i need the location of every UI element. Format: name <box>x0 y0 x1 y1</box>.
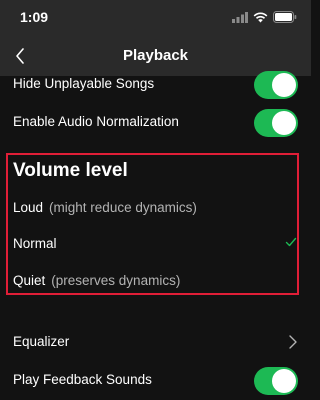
toggle-knob <box>272 111 296 135</box>
volume-option-normal[interactable]: Normal <box>0 228 311 260</box>
equalizer-row[interactable]: Equalizer <box>0 324 311 362</box>
option-text: Quiet (preserves dynamics) <box>13 273 180 288</box>
setting-row-hide-unplayable: Hide Unplayable Songs <box>0 66 311 104</box>
volume-option-loud[interactable]: Loud (might reduce dynamics) <box>0 192 311 224</box>
chevron-right-icon <box>289 335 297 349</box>
option-label: Normal <box>13 236 57 251</box>
feedback-sounds-toggle[interactable] <box>254 367 298 395</box>
toggle-knob <box>272 73 296 97</box>
setting-label: Enable Audio Normalization <box>13 114 179 129</box>
setting-label: Equalizer <box>13 334 70 349</box>
setting-label: Play Feedback Sounds <box>13 372 152 387</box>
setting-label: Hide Unplayable Songs <box>13 76 155 91</box>
setting-row-audio-normalization: Enable Audio Normalization <box>0 104 311 142</box>
option-label: Quiet <box>13 273 46 288</box>
wifi-icon <box>253 12 268 22</box>
status-icons <box>232 11 297 23</box>
status-time: 1:09 <box>20 9 49 25</box>
option-label: Loud <box>13 200 44 215</box>
page-title: Playback <box>122 47 189 64</box>
status-bar: 1:09 <box>0 0 311 36</box>
audio-normalization-toggle[interactable] <box>254 109 298 137</box>
hide-unplayable-toggle[interactable] <box>254 71 298 99</box>
battery-icon <box>273 11 297 23</box>
option-sublabel: (might reduce dynamics) <box>49 200 197 215</box>
volume-level-heading: Volume level <box>13 160 128 181</box>
toggle-knob <box>272 369 296 393</box>
option-text: Loud (might reduce dynamics) <box>13 200 197 215</box>
option-sublabel: (preserves dynamics) <box>51 273 181 288</box>
option-text: Normal <box>13 236 57 251</box>
volume-option-quiet[interactable]: Quiet (preserves dynamics) <box>0 265 311 297</box>
signal-icon <box>232 11 248 23</box>
checkmark-icon <box>285 237 297 247</box>
setting-row-feedback-sounds: Play Feedback Sounds <box>0 362 311 400</box>
